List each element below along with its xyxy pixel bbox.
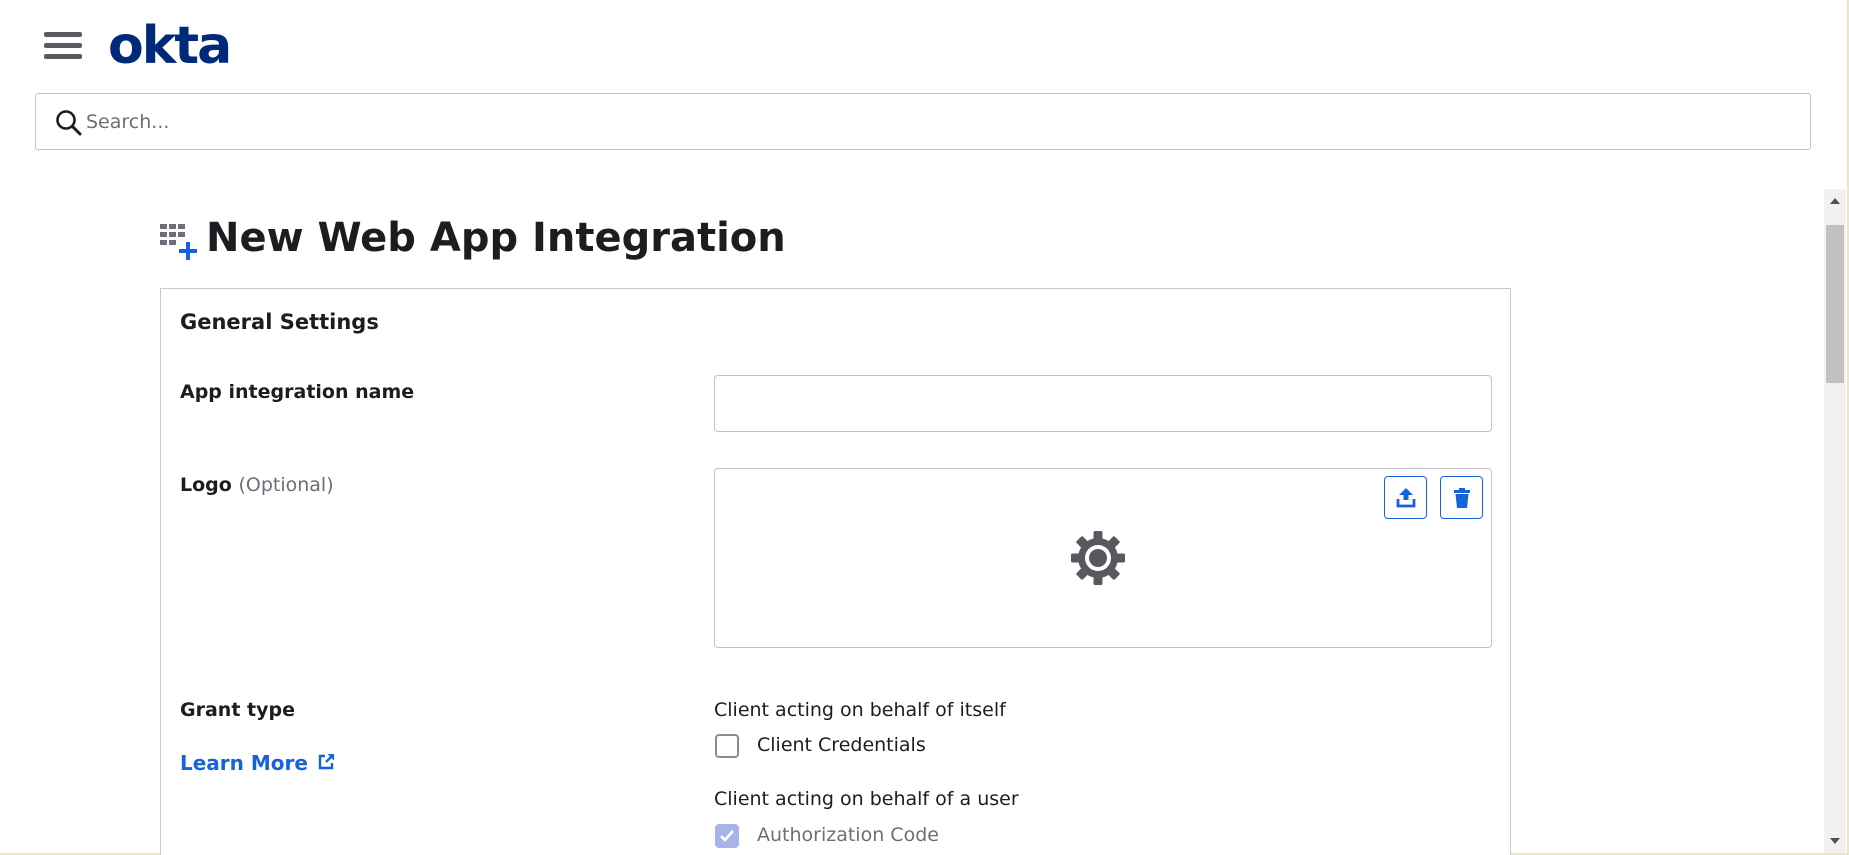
scroll-up-arrow-icon[interactable] [1824, 189, 1846, 213]
search-input[interactable] [86, 104, 1786, 140]
gear-icon [1071, 531, 1125, 585]
upload-logo-button[interactable] [1384, 476, 1427, 519]
okta-logo[interactable]: okta [108, 16, 232, 76]
learn-more-link[interactable]: Learn More [180, 751, 336, 775]
client-itself-group-label: Client acting on behalf of itself [714, 699, 1006, 721]
search-icon [56, 110, 82, 136]
page-title: New Web App Integration [206, 215, 786, 261]
app-name-input[interactable] [714, 375, 1492, 432]
optional-hint: (Optional) [238, 474, 334, 496]
grant-type-label: Grant type [180, 699, 295, 721]
delete-logo-button[interactable] [1440, 476, 1483, 519]
authorization-code-label[interactable]: Authorization Code [757, 824, 939, 846]
external-link-icon [318, 754, 334, 770]
app-name-label: App integration name [180, 381, 415, 403]
logo-upload-area[interactable] [714, 468, 1492, 648]
top-header: okta [0, 0, 1849, 95]
trash-icon [1454, 488, 1470, 508]
upload-icon [1396, 488, 1416, 508]
app-grid-add-icon [160, 224, 197, 260]
checkmark-icon [720, 830, 734, 842]
general-settings-panel: General Settings App integration name Lo… [160, 288, 1511, 855]
section-title: General Settings [180, 310, 379, 334]
client-credentials-label[interactable]: Client Credentials [757, 734, 926, 756]
learn-more-text: Learn More [180, 751, 308, 775]
logo-label: Logo (Optional) [180, 474, 334, 496]
logo-label-text: Logo [180, 474, 232, 496]
scroll-thumb[interactable] [1826, 225, 1844, 383]
menu-icon[interactable] [44, 30, 82, 62]
scroll-down-arrow-icon[interactable] [1824, 829, 1846, 853]
client-credentials-checkbox[interactable] [715, 734, 739, 758]
vertical-scrollbar[interactable] [1824, 189, 1846, 853]
client-user-group-label: Client acting on behalf of a user [714, 788, 1019, 810]
authorization-code-checkbox[interactable] [715, 824, 739, 848]
search-bar[interactable] [35, 93, 1811, 150]
